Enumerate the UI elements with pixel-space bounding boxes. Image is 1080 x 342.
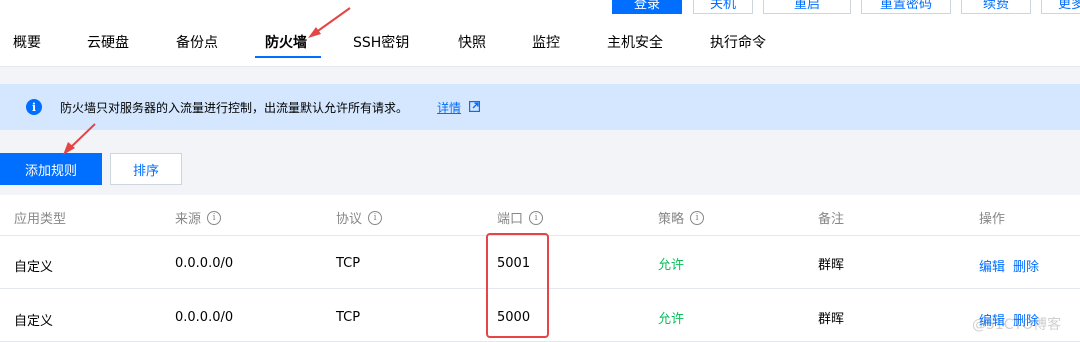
- info-hint-icon[interactable]: i: [207, 210, 222, 225]
- cell-app-type: 自定义: [14, 260, 54, 275]
- header-port: 端口 i: [497, 208, 544, 227]
- tab-run-command[interactable]: 执行命令: [710, 32, 766, 52]
- edit-link[interactable]: 编辑: [979, 256, 1005, 275]
- tab-firewall[interactable]: 防火墙: [265, 32, 307, 52]
- delete-link[interactable]: 删除: [1013, 256, 1039, 275]
- cell-note: 群晖: [818, 312, 845, 327]
- port-highlight-box: [486, 233, 549, 338]
- tab-divider: [0, 66, 1080, 67]
- cell-source: 0.0.0.0/0: [175, 310, 234, 325]
- tab-cloud-disk[interactable]: 云硬盘: [87, 32, 129, 52]
- instance-actions-bar: 登录 关机 重启 重置密码 续费 更多: [0, 0, 1080, 14]
- tab-host-security[interactable]: 主机安全: [607, 32, 663, 52]
- cell-policy: 允许: [658, 258, 685, 273]
- tab-ssh-key[interactable]: SSH密钥: [353, 32, 409, 52]
- active-tab-indicator: [255, 56, 321, 58]
- shutdown-button[interactable]: 关机: [693, 0, 753, 14]
- info-hint-icon[interactable]: i: [529, 210, 544, 225]
- reset-password-button[interactable]: 重置密码: [861, 0, 951, 14]
- info-banner: i 防火墙只对服务器的入流量进行控制，出流量默认允许所有请求。 详情: [0, 84, 1080, 130]
- info-hint-icon[interactable]: i: [368, 210, 383, 225]
- info-icon: i: [26, 99, 42, 115]
- cell-protocol: TCP: [336, 310, 361, 325]
- add-rule-button[interactable]: 添加规则: [0, 153, 102, 185]
- info-hint-icon[interactable]: i: [690, 210, 705, 225]
- cell-app-type: 自定义: [14, 314, 54, 329]
- tab-bar: 概要 云硬盘 备份点 防火墙 SSH密钥 快照 监控 主机安全 执行命令: [0, 26, 1080, 60]
- external-link-icon[interactable]: [469, 101, 480, 112]
- restart-button[interactable]: 重启: [763, 0, 851, 14]
- header-note: 备注: [818, 212, 845, 227]
- cell-policy: 允许: [658, 312, 685, 327]
- watermark: @51CTO博客: [972, 317, 1062, 333]
- tab-snapshot[interactable]: 快照: [458, 32, 486, 52]
- tab-backup[interactable]: 备份点: [176, 32, 218, 52]
- header-actions: 操作: [979, 212, 1006, 227]
- cell-note: 群晖: [818, 258, 845, 273]
- cell-protocol: TCP: [336, 256, 361, 271]
- tab-overview[interactable]: 概要: [13, 32, 41, 52]
- tab-monitor[interactable]: 监控: [532, 32, 560, 52]
- sort-button[interactable]: 排序: [110, 153, 182, 185]
- header-policy: 策略 i: [658, 208, 705, 227]
- header-app-type: 应用类型: [14, 212, 67, 227]
- banner-text: 防火墙只对服务器的入流量进行控制，出流量默认允许所有请求。: [60, 101, 409, 115]
- header-protocol: 协议 i: [336, 208, 383, 227]
- cell-source: 0.0.0.0/0: [175, 256, 234, 271]
- details-link[interactable]: 详情: [437, 99, 461, 116]
- login-button[interactable]: 登录: [612, 0, 682, 14]
- more-button[interactable]: 更多: [1041, 0, 1080, 14]
- renew-button[interactable]: 续费: [961, 0, 1031, 14]
- header-source: 来源 i: [175, 208, 222, 227]
- table-header: 应用类型 来源 i 协议 i 端口 i 策略 i 备注 操作: [0, 195, 1080, 236]
